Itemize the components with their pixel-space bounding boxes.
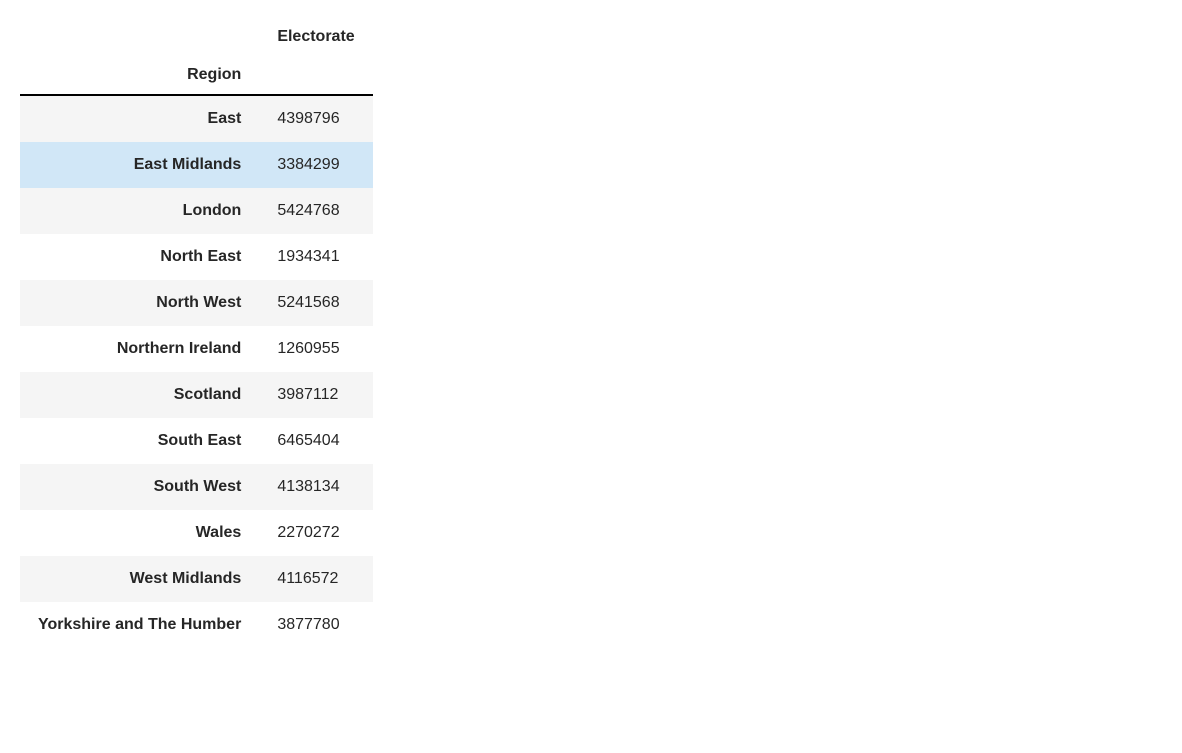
table-row: Yorkshire and The Humber3877780: [20, 602, 373, 648]
table-row: South East6465404: [20, 418, 373, 464]
row-header: North West: [20, 280, 259, 326]
row-header: Wales: [20, 510, 259, 556]
row-header: Scotland: [20, 372, 259, 418]
row-header: West Midlands: [20, 556, 259, 602]
table-row: North East1934341: [20, 234, 373, 280]
table-row: London5424768: [20, 188, 373, 234]
row-header: Northern Ireland: [20, 326, 259, 372]
index-header-region: Region: [20, 60, 259, 95]
table-row: North West5241568: [20, 280, 373, 326]
row-value: 6465404: [259, 418, 372, 464]
row-value: 4138134: [259, 464, 372, 510]
electorate-table: Electorate Region East4398796East Midlan…: [20, 20, 373, 648]
column-header-electorate: Electorate: [259, 20, 372, 60]
row-value: 3987112: [259, 372, 372, 418]
row-value: 3384299: [259, 142, 372, 188]
row-value: 1260955: [259, 326, 372, 372]
row-value: 4398796: [259, 95, 372, 142]
blank-header: [20, 20, 259, 60]
table-row: East4398796: [20, 95, 373, 142]
table-row: West Midlands4116572: [20, 556, 373, 602]
row-header: London: [20, 188, 259, 234]
blank-header: [259, 60, 372, 95]
row-value: 3877780: [259, 602, 372, 648]
row-value: 2270272: [259, 510, 372, 556]
table-row: Wales2270272: [20, 510, 373, 556]
table-row: East Midlands3384299: [20, 142, 373, 188]
row-header: South West: [20, 464, 259, 510]
row-header: South East: [20, 418, 259, 464]
table-row: South West4138134: [20, 464, 373, 510]
table-row: Northern Ireland1260955: [20, 326, 373, 372]
row-value: 1934341: [259, 234, 372, 280]
row-value: 4116572: [259, 556, 372, 602]
row-value: 5424768: [259, 188, 372, 234]
row-value: 5241568: [259, 280, 372, 326]
row-header: East Midlands: [20, 142, 259, 188]
table-row: Scotland3987112: [20, 372, 373, 418]
row-header: Yorkshire and The Humber: [20, 602, 259, 648]
row-header: East: [20, 95, 259, 142]
row-header: North East: [20, 234, 259, 280]
